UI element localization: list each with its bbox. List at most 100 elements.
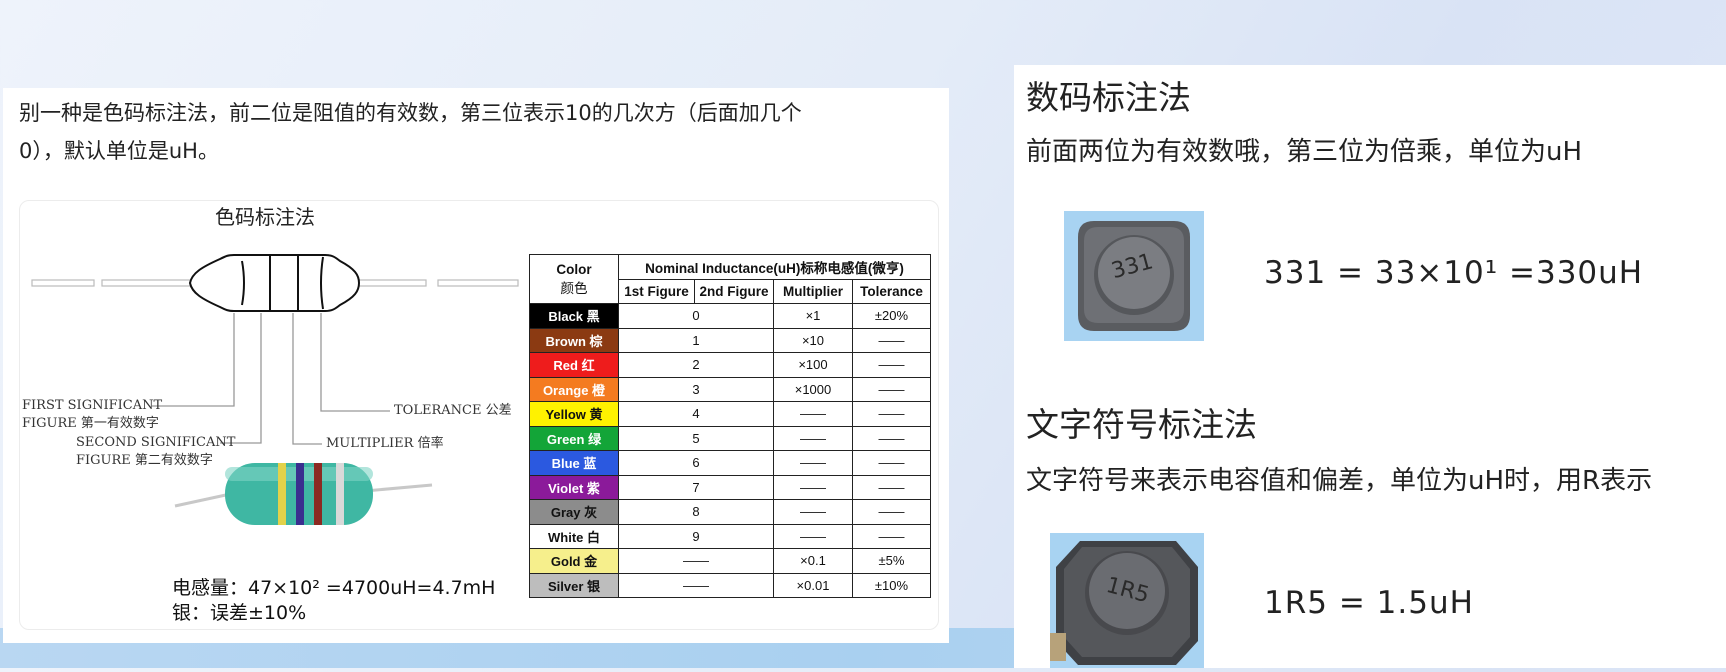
- multiplier-cell: ——: [773, 499, 853, 525]
- header-second-figure: 2nd Figure: [694, 278, 774, 304]
- first-figure-cell: ——: [618, 548, 774, 574]
- first-figure-cell: 9: [618, 523, 774, 549]
- first-significant-line1: FIRST SIGNIFICANT: [22, 398, 163, 413]
- tolerance-cell: ——: [852, 401, 931, 427]
- photo-band-red: [314, 463, 322, 525]
- color-name-cell: Silver 银: [529, 572, 619, 598]
- tolerance-cell: ——: [852, 523, 931, 549]
- table-row: Orange 橙 3 ×1000 ——: [529, 376, 931, 402]
- intro-text: 别一种是色码标注法，前二位是阻值的有效数，第三位表示10的几次方（后面加几个 0…: [19, 94, 919, 170]
- first-figure-cell: 4: [618, 401, 774, 427]
- photo-lead-right: [364, 483, 433, 493]
- tolerance-cell: ——: [852, 450, 931, 476]
- numeric-marking-title: 数码标注法: [1026, 78, 1191, 117]
- numeric-marking-text: 前面两位为有效数哦，第三位为倍乘，单位为uH: [1026, 137, 1583, 167]
- second-significant-label: SECOND SIGNIFICANT FIGURE 第二有效数字: [76, 434, 235, 470]
- color-name-cell: Blue 蓝: [529, 450, 619, 476]
- color-name-cell: Gray 灰: [529, 499, 619, 525]
- multiplier-cell: ——: [773, 523, 853, 549]
- leader-tolerance: [320, 313, 390, 412]
- header-first-figure: 1st Figure: [618, 278, 695, 304]
- color-name-cell: Yellow 黄: [529, 401, 619, 427]
- text-marking-formula: 1R5 = 1.5uH: [1264, 585, 1474, 621]
- first-significant-line2: FIGURE 第一有效数字: [22, 416, 159, 431]
- first-figure-cell: 2: [618, 352, 774, 378]
- first-figure-cell: 1: [618, 327, 774, 353]
- tolerance-label: TOLERANCE 公差: [394, 403, 512, 418]
- first-figure-cell: 3: [618, 376, 774, 402]
- multiplier-cell: ×0.1: [773, 548, 853, 574]
- intro-line-1: 别一种是色码标注法，前二位是阻值的有效数，第三位表示10的几次方（后面加几个: [19, 101, 802, 125]
- color-code-table: Color 颜色 Nominal Inductance(uH)标称电感值(微亨)…: [529, 254, 931, 598]
- color-name-cell: Gold 金: [529, 548, 619, 574]
- tolerance-cell: ——: [852, 376, 931, 402]
- multiplier-cell: ×100: [773, 352, 853, 378]
- leader-first: [152, 313, 235, 407]
- table-row: Gray 灰 8 —— ——: [529, 499, 931, 525]
- first-figure-cell: 5: [618, 425, 774, 451]
- text-marking-title: 文字符号标注法: [1026, 405, 1257, 444]
- table-row: Silver 银 —— ×0.01 ±10%: [529, 572, 931, 598]
- numeric-marking-formula: 331 = 33×10¹ =330uH: [1264, 255, 1644, 291]
- text-marking-text: 文字符号来表示电容值和偏差，单位为uH时，用R表示: [1026, 466, 1653, 496]
- header-color-en: Color: [556, 261, 592, 277]
- photo-band-silver: [336, 463, 344, 525]
- chip-1r5-image: 1R5: [1050, 533, 1204, 668]
- second-significant-line2: FIGURE 第二有效数字: [76, 453, 213, 468]
- tolerance-cell: ±5%: [852, 548, 931, 574]
- second-significant-line1: SECOND SIGNIFICANT: [76, 435, 236, 450]
- color-table-body: Black 黑 0 ×1 ±20% Brown 棕 1 ×10 —— Red 红 2 ×100 —— O…: [529, 303, 931, 598]
- header-nominal: Nominal Inductance(uH)标称电感值(微亨): [618, 254, 931, 280]
- tolerance-cell: ——: [852, 327, 931, 353]
- first-figure-cell: 6: [618, 450, 774, 476]
- caption-tolerance: 银：误差±10%: [172, 602, 307, 624]
- left-lead-2: [101, 279, 191, 287]
- first-significant-label: FIRST SIGNIFICANT FIGURE 第一有效数字: [22, 397, 162, 433]
- table-row: Black 黑 0 ×1 ±20%: [529, 303, 931, 329]
- tolerance-cell: ——: [852, 499, 931, 525]
- chip-1r5-terminal: [1050, 633, 1066, 661]
- multiplier-cell: ——: [773, 425, 853, 451]
- first-figure-cell: 7: [618, 474, 774, 500]
- tolerance-cell: ±20%: [852, 303, 931, 329]
- color-name-cell: Red 红: [529, 352, 619, 378]
- color-name-cell: Orange 橙: [529, 376, 619, 402]
- multiplier-cell: ×1: [773, 303, 853, 329]
- color-name-cell: White 白: [529, 523, 619, 549]
- header-multiplier: Multiplier: [773, 278, 853, 304]
- color-name-cell: Violet 紫: [529, 474, 619, 500]
- right-lead-2: [437, 279, 519, 287]
- photo-band-yellow: [278, 463, 286, 525]
- table-row: Blue 蓝 6 —— ——: [529, 450, 931, 476]
- tolerance-cell: ——: [852, 352, 931, 378]
- caption-value: 电感量：47×10² =4700uH=4.7mH: [172, 577, 496, 599]
- color-code-figure: 色码标注法 FIRST SIGNIFICANT FIGURE 第一有效数字 SE…: [19, 200, 939, 630]
- multiplier-cell: ×1000: [773, 376, 853, 402]
- color-name-cell: Brown 棕: [529, 327, 619, 353]
- chip-331-image: 331: [1064, 211, 1204, 341]
- first-figure-cell: 0: [618, 303, 774, 329]
- intro-line-2: 0），默认单位是uH。: [19, 139, 219, 163]
- tolerance-cell: ——: [852, 474, 931, 500]
- leader-second: [220, 313, 262, 444]
- table-row: Green 绿 5 —— ——: [529, 425, 931, 451]
- first-figure-cell: 8: [618, 499, 774, 525]
- table-row: Violet 紫 7 —— ——: [529, 474, 931, 500]
- tolerance-cell: ——: [852, 425, 931, 451]
- table-row: White 白 9 —— ——: [529, 523, 931, 549]
- first-figure-cell: ——: [618, 572, 774, 598]
- left-lead: [31, 279, 95, 287]
- color-name-cell: Black 黑: [529, 303, 619, 329]
- header-color-cn: 颜色: [560, 280, 588, 296]
- header-color: Color 颜色: [529, 254, 619, 304]
- inductor-outline: [188, 254, 361, 312]
- right-lead: [357, 279, 427, 287]
- table-row: Brown 棕 1 ×10 ——: [529, 327, 931, 353]
- color-code-panel: 别一种是色码标注法，前二位是阻值的有效数，第三位表示10的几次方（后面加几个 0…: [3, 88, 949, 643]
- header-tolerance: Tolerance: [852, 278, 931, 304]
- marking-methods-panel: 数码标注法 前面两位为有效数哦，第三位为倍乘，单位为uH 331 331 = 3…: [1014, 65, 1726, 668]
- multiplier-label: MULTIPLIER 倍率: [326, 436, 444, 451]
- tolerance-cell: ±10%: [852, 572, 931, 598]
- table-row: Red 红 2 ×100 ——: [529, 352, 931, 378]
- color-name-cell: Green 绿: [529, 425, 619, 451]
